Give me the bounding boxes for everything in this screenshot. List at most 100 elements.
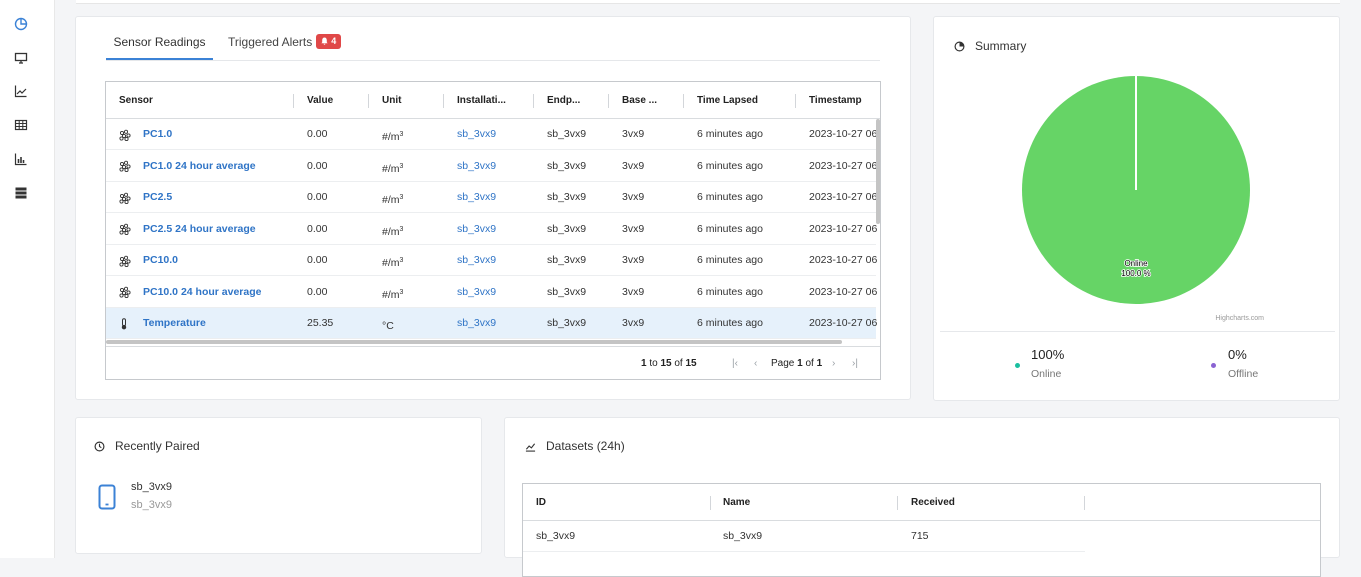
last-page-button[interactable]: ›| (852, 347, 858, 379)
base-value: 3vx9 (622, 191, 645, 203)
recently-paired-card: Recently Paired sb_3vx9 sb_3vx9 (75, 417, 482, 554)
installation-link[interactable]: sb_3vx9 (457, 277, 496, 308)
sensor-name-link[interactable]: PC10.0 (143, 245, 178, 276)
device-name[interactable]: sb_3vx9 (131, 481, 172, 493)
time-lapsed: 6 minutes ago (697, 222, 763, 235)
base-value: 3vx9 (622, 222, 645, 235)
sensor-name-link[interactable]: PC10.0 24 hour average (143, 277, 261, 308)
first-page-button[interactable]: |‹ (732, 347, 738, 379)
sensor-name-link[interactable]: PC2.5 (143, 182, 172, 213)
column-resize-handle[interactable] (683, 94, 684, 108)
installation-link[interactable]: sb_3vx9 (457, 245, 496, 276)
vertical-scrollbar[interactable] (876, 119, 880, 224)
timestamp: 2023-10-27 06 (809, 159, 878, 172)
header-timestamp[interactable]: Timestamp (809, 82, 879, 119)
endpoint-value: sb_3vx9 (547, 285, 587, 298)
header-time-lapsed[interactable]: Time Lapsed (697, 82, 787, 119)
column-resize-handle[interactable] (1084, 496, 1085, 510)
dataset-received: 715 (911, 530, 929, 542)
sensor-readings-grid: Sensor Value Unit Installati... Endp... … (105, 81, 881, 380)
area-chart-icon (525, 442, 536, 452)
table-row[interactable]: PC1.0 24 hour average 0.00 #/m3 sb_3vx9 sb_3… (106, 151, 877, 182)
tab-triggered-alerts[interactable]: Triggered Alerts 4 (228, 25, 342, 60)
installation-link[interactable]: sb_3vx9 (457, 308, 496, 339)
column-resize-handle[interactable] (608, 94, 609, 108)
header-base[interactable]: Base ... (622, 82, 677, 119)
time-lapsed: 6 minutes ago (697, 317, 763, 329)
online-percentage: 100% (1031, 347, 1065, 362)
column-resize-handle[interactable] (533, 94, 534, 108)
column-resize-handle[interactable] (897, 496, 898, 510)
particle-icon (119, 119, 131, 150)
header-value[interactable]: Value (307, 82, 362, 119)
time-lapsed: 6 minutes ago (697, 159, 763, 172)
header-id[interactable]: ID (536, 484, 686, 521)
table-row[interactable]: PC10.0 24 hour average 0.00 #/m3 sb_3vx9 sb_… (106, 277, 877, 308)
installation-link[interactable]: sb_3vx9 (457, 214, 496, 245)
table-row[interactable]: PC2.5 24 hour average 0.00 #/m3 sb_3vx9 sb_3… (106, 214, 877, 245)
tab-label: Triggered Alerts (228, 35, 313, 49)
column-resize-handle[interactable] (293, 94, 294, 108)
recently-paired-title: Recently Paired (115, 439, 200, 453)
table-row[interactable]: PC10.0 0.00 #/m3 sb_3vx9 sb_3vx9 3vx9 6 minute… (106, 245, 877, 276)
sensor-name-link[interactable]: PC2.5 24 hour average (143, 214, 256, 245)
monitor-icon[interactable] (12, 49, 30, 67)
dashboard-icon[interactable] (12, 15, 30, 33)
installation-link[interactable]: sb_3vx9 (457, 119, 496, 150)
header-name[interactable]: Name (723, 484, 873, 521)
table-icon[interactable] (12, 116, 30, 134)
summary-title: Summary (975, 39, 1027, 53)
page-indicator: Page 1 of 1 (771, 358, 823, 369)
table-row[interactable]: PC1.0 0.00 #/m3 sb_3vx9 sb_3vx9 3vx9 6 minutes… (106, 119, 877, 150)
top-card-edge (76, 0, 1340, 4)
sensor-value: 25.35 (307, 317, 334, 329)
horizontal-scrollbar[interactable] (106, 340, 842, 344)
particle-icon (119, 214, 131, 245)
line-chart-icon[interactable] (12, 82, 30, 100)
column-resize-handle[interactable] (710, 496, 711, 510)
server-icon[interactable] (12, 184, 30, 202)
table-row[interactable]: PC2.5 0.00 #/m3 sb_3vx9 sb_3vx9 3vx9 6 minutes… (106, 182, 877, 213)
sensor-name-link[interactable]: Temperature (143, 308, 206, 339)
endpoint-value: sb_3vx9 (547, 191, 587, 203)
table-row[interactable]: sb_3vx9 sb_3vx9 715 (523, 521, 1085, 552)
header-installation[interactable]: Installati... (457, 82, 527, 119)
column-resize-handle[interactable] (443, 94, 444, 108)
sidebar (0, 0, 55, 558)
sensor-unit: #/m3 (382, 194, 404, 206)
column-resize-handle[interactable] (795, 94, 796, 108)
tab-label: Sensor Readings (113, 35, 206, 49)
datasets-grid-header: ID Name Received (523, 484, 1320, 521)
installation-link[interactable]: sb_3vx9 (457, 151, 496, 182)
sensor-name-link[interactable]: PC1.0 (143, 119, 172, 150)
previous-page-button[interactable]: ‹ (754, 347, 757, 379)
sensor-value: 0.00 (307, 191, 328, 203)
alert-count-badge: 4 (316, 33, 342, 49)
header-received[interactable]: Received (911, 484, 1061, 521)
next-page-button[interactable]: › (832, 347, 835, 379)
header-endpoint[interactable]: Endp... (547, 82, 602, 119)
recently-paired-header: Recently Paired (94, 439, 200, 453)
row-range: 1 to 15 of 15 (641, 358, 697, 369)
sensor-unit: #/m3 (382, 288, 404, 301)
bar-chart-icon[interactable] (12, 150, 30, 168)
header-sensor[interactable]: Sensor (119, 82, 279, 119)
time-lapsed: 6 minutes ago (697, 254, 763, 266)
online-legend-dot (1015, 363, 1020, 368)
header-unit[interactable]: Unit (382, 82, 437, 119)
status-pie-chart: Highcharts.com Online100.0 % (1022, 76, 1264, 322)
endpoint-value: sb_3vx9 (547, 159, 587, 172)
datasets-grid: ID Name Received sb_3vx9 sb_3vx9 715 (522, 483, 1321, 577)
bell-icon (321, 37, 328, 45)
column-resize-handle[interactable] (368, 94, 369, 108)
offline-legend-dot (1211, 363, 1216, 368)
sensor-name-link[interactable]: PC1.0 24 hour average (143, 151, 256, 182)
endpoint-value: sb_3vx9 (547, 128, 587, 140)
dataset-name: sb_3vx9 (723, 530, 763, 542)
time-lapsed: 6 minutes ago (697, 285, 763, 298)
table-row[interactable]: Temperature 25.35 °C sb_3vx9 sb_3vx9 3vx9 6 mi… (106, 308, 877, 339)
dataset-id: sb_3vx9 (536, 530, 576, 542)
base-value: 3vx9 (622, 159, 645, 172)
tab-sensor-readings[interactable]: Sensor Readings (106, 25, 213, 60)
installation-link[interactable]: sb_3vx9 (457, 182, 496, 213)
